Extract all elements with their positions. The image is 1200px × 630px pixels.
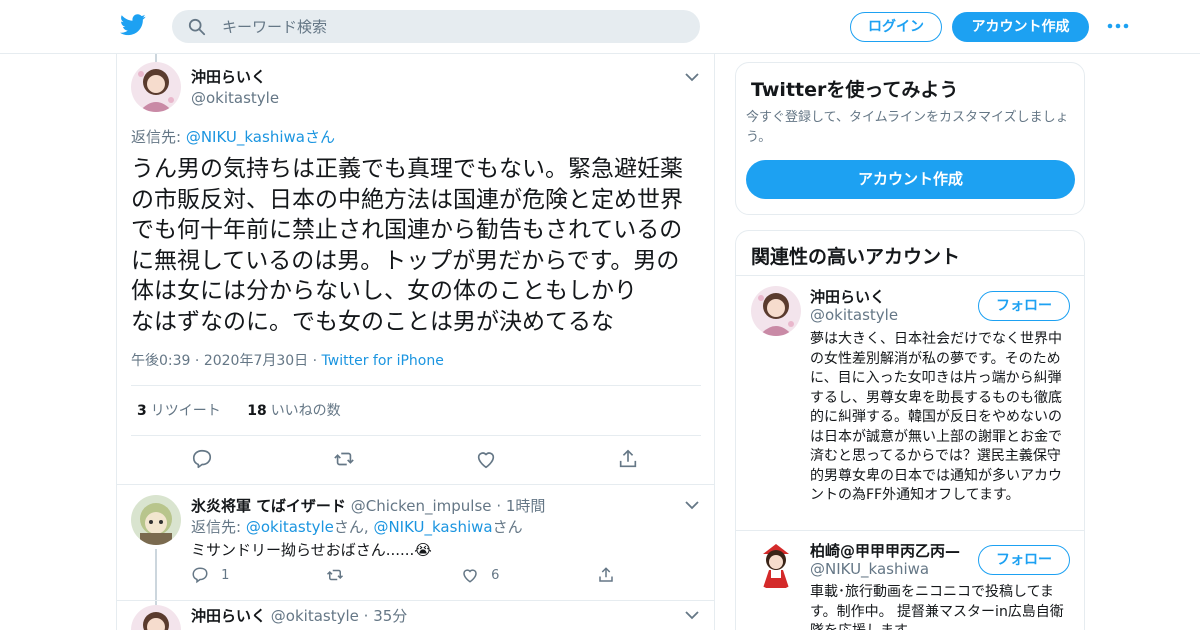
divider	[117, 600, 714, 601]
avatar[interactable]	[751, 286, 801, 336]
twitter-bird-icon[interactable]	[120, 14, 146, 36]
follow-button[interactable]: フォロー	[978, 545, 1070, 575]
retweet-icon[interactable]	[333, 448, 355, 470]
reply-text: ミサンドリー拗らせおばさん......😭	[191, 541, 432, 559]
search-bar[interactable]	[172, 10, 700, 43]
reply-button[interactable]: 1	[191, 566, 229, 584]
search-input[interactable]	[222, 10, 682, 43]
chevron-down-icon[interactable]	[685, 72, 699, 82]
login-button[interactable]: ログイン	[850, 12, 942, 42]
tweet-source[interactable]: Twitter for iPhone	[322, 353, 444, 369]
reply-context: 返信先: @NIKU_kashiwaさん	[131, 128, 335, 146]
like-icon	[463, 569, 477, 583]
signup-button[interactable]: アカウント作成	[952, 12, 1089, 42]
avatar[interactable]	[131, 605, 181, 630]
account-bio: 夢は大きく、日本社会だけでなく世界中の女性差別解消が私の夢です。そのために、目に…	[810, 331, 1062, 503]
reply-actions: 1 6	[191, 566, 651, 588]
retweet-icon	[326, 569, 344, 581]
tweet-column: 沖田らいく @okitastyle 返信先: @NIKU_kashiwaさん う…	[116, 54, 715, 630]
divider	[131, 385, 701, 386]
mention-link[interactable]: @NIKU_kashiwa	[373, 518, 492, 536]
reply-icon	[192, 567, 208, 584]
reply-time[interactable]: 1時間	[506, 497, 546, 515]
reply-header: 氷炎将軍 てばイザード @Chicken_impulse · 1時間	[191, 497, 546, 515]
divider	[131, 435, 701, 436]
chevron-down-icon[interactable]	[685, 610, 699, 620]
thread-line	[155, 54, 157, 62]
tweet-meta: 午後0:39 · 2020年7月30日 · Twitter for iPhone	[131, 353, 444, 369]
like-button[interactable]: 6	[461, 566, 499, 584]
author-name[interactable]: 沖田らいく	[191, 607, 266, 625]
account-item: 柏崎@甲甲甲丙乙丙— @NIKU_kashiwa フォロー 車載･旅行動画をニコ…	[736, 531, 1084, 630]
retweet-stat[interactable]: 3 リツイート	[137, 403, 221, 419]
reply-context: 返信先: @okitastyleさん, @NIKU_kashiwaさん	[191, 518, 523, 536]
follow-button[interactable]: フォロー	[978, 291, 1070, 321]
like-icon[interactable]	[475, 448, 497, 470]
more-options-icon[interactable]	[1106, 20, 1130, 32]
avatar[interactable]	[131, 62, 181, 112]
retweet-button[interactable]	[325, 566, 345, 584]
chevron-down-icon[interactable]	[685, 500, 699, 510]
tweet-stats: 3 リツイート 18 いいねの数	[137, 400, 341, 420]
author-name[interactable]: 氷炎将軍 てばイザード	[191, 497, 346, 515]
account-name[interactable]: 柏崎@甲甲甲丙乙丙—	[810, 540, 960, 561]
create-account-button[interactable]: アカウント作成	[746, 160, 1075, 199]
avatar[interactable]	[751, 540, 801, 590]
account-handle[interactable]: @okitastyle	[810, 306, 898, 324]
signup-card-title: Twitterを使ってみよう	[751, 79, 959, 101]
tweet-text: うん男の気持ちは正義でも真理でもない。緊急避妊薬 の市販反対、日本の中絶方法は国…	[131, 156, 683, 335]
like-stat[interactable]: 18 いいねの数	[247, 403, 340, 419]
account-handle[interactable]: @NIKU_kashiwa	[810, 560, 929, 578]
author-name[interactable]: 沖田らいく	[191, 66, 279, 87]
account-name[interactable]: 沖田らいく	[810, 286, 885, 307]
search-icon	[188, 18, 206, 36]
account-item: 沖田らいく @okitastyle フォロー 夢は大きく、日本社会だけでなく世界…	[736, 276, 1084, 530]
author-handle[interactable]: @okitastyle	[271, 607, 359, 625]
share-button[interactable]	[597, 566, 615, 584]
related-accounts-card: 関連性の高いアカウント 沖田らいく @okitastyle フォロー 夢は大きく…	[735, 230, 1085, 630]
reply-time[interactable]: 35分	[373, 607, 407, 625]
divider	[117, 484, 714, 485]
related-accounts-title: 関連性の高いアカウント	[751, 246, 961, 268]
tweet-time[interactable]: 午後0:39	[131, 353, 190, 369]
author-handle[interactable]: @okitastyle	[191, 89, 279, 107]
signup-card-subtitle: 今すぐ登録して、タイムラインをカスタマイズしましょう。	[746, 110, 1069, 145]
mention-link[interactable]: @NIKU_kashiwa	[186, 128, 305, 146]
top-bar: ログイン アカウント作成	[0, 0, 1200, 54]
share-icon	[599, 567, 613, 582]
share-icon[interactable]	[617, 448, 639, 470]
account-bio: 車載･旅行動画をニコニコで投稿してます。制作中。 提督兼マスターin広島自衛隊を…	[810, 584, 1064, 630]
signup-card: Twitterを使ってみよう 今すぐ登録して、タイムラインをカスタマイズしましょ…	[735, 62, 1085, 215]
mention-link[interactable]: @okitastyle	[246, 518, 334, 536]
avatar[interactable]	[131, 495, 181, 545]
tweet-actions	[191, 448, 641, 472]
tweet-date[interactable]: 2020年7月30日	[204, 353, 308, 369]
author-handle[interactable]: @Chicken_impulse	[351, 497, 492, 515]
reply-header: 沖田らいく @okitastyle · 35分	[191, 607, 408, 625]
reply-icon[interactable]	[191, 448, 213, 470]
